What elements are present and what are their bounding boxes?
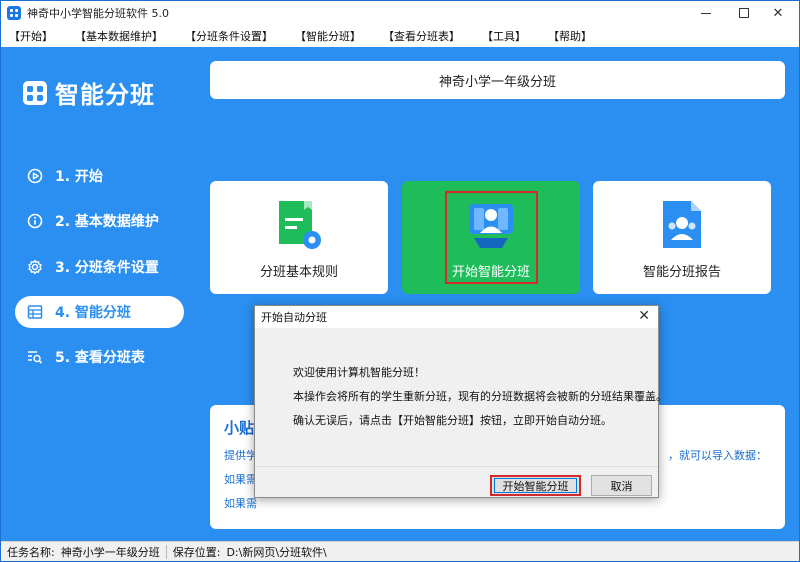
start-divide-button[interactable]: 开始智能分班: [490, 475, 581, 496]
app-icon: [7, 6, 21, 20]
status-bar: 任务名称: 神奇小学一年级分班 保存位置: D:\新网页\分班软件\: [1, 541, 799, 561]
sidebar-item-label: 1. 开始: [55, 169, 103, 185]
start-divide-card[interactable]: 开始智能分班: [402, 181, 580, 294]
logo: 智能分班: [23, 75, 155, 110]
rules-card[interactable]: 分班基本规则: [210, 181, 388, 294]
maximize-icon: [739, 8, 749, 18]
report-card[interactable]: 智能分班报告: [593, 181, 771, 294]
dialog-close-icon[interactable]: ✕: [638, 308, 650, 324]
save-location-label: 保存位置:: [172, 545, 221, 559]
menu-view-table[interactable]: 【查看分班表】: [383, 28, 460, 44]
dialog-title-bar: 开始自动分班 ✕: [255, 306, 658, 328]
dialog-footer: 开始智能分班 取消: [255, 466, 658, 497]
app-window: 神奇中小学智能分班软件 5.0 ✕ 【开始】 【基本数据维护】 【分班条件设置】…: [0, 0, 800, 562]
sidebar-item-label: 3. 分班条件设置: [55, 260, 159, 276]
table-icon: [27, 304, 43, 320]
rules-document-icon: [274, 198, 324, 252]
minimize-icon: [701, 12, 711, 14]
tip-line-right: ，就可以导入数据：: [668, 449, 767, 462]
sidebar-item-start[interactable]: 1. 开始: [15, 160, 184, 192]
window-title: 神奇中小学智能分班软件 5.0: [27, 7, 169, 20]
start-card-label: 开始智能分班: [451, 265, 530, 280]
save-location-value: D:\新网页\分班软件\: [226, 545, 327, 559]
dialog-welcome-text: 欢迎使用计算机智能分班！: [293, 366, 425, 379]
sidebar-item-label: 4. 智能分班: [55, 305, 131, 321]
start-auto-divide-dialog: 开始自动分班 ✕ 欢迎使用计算机智能分班！ 本操作会将所有的学生重新分班，现有的…: [254, 305, 667, 498]
sidebar-item-basic-data[interactable]: 2. 基本数据维护: [15, 205, 184, 237]
sidebar-item-view-table[interactable]: 5. 查看分班表: [15, 341, 184, 373]
title-bar: 神奇中小学智能分班软件 5.0 ✕: [1, 1, 799, 25]
cancel-button[interactable]: 取消: [591, 475, 652, 496]
search-list-icon: [27, 349, 43, 365]
close-button[interactable]: ✕: [755, 1, 800, 25]
gear-icon: [27, 259, 43, 275]
start-divide-button-label: 开始智能分班: [494, 478, 577, 493]
dialog-confirm-text: 确认无误后，请点击【开始智能分班】按钮，立即开始自动分班。: [293, 414, 612, 427]
task-name-value: 神奇小学一年级分班: [60, 545, 160, 559]
logo-icon: [23, 80, 47, 105]
dialog-title: 开始自动分班: [261, 311, 327, 324]
logo-text: 智能分班: [55, 81, 155, 109]
dialog-warning-text: 本操作会将所有的学生重新分班，现有的分班数据将会被新的分班结果覆盖。: [293, 390, 667, 403]
menu-help[interactable]: 【帮助】: [548, 28, 592, 44]
menu-basic-data[interactable]: 【基本数据维护】: [75, 28, 163, 44]
menu-conditions[interactable]: 【分班条件设置】: [185, 28, 273, 44]
sidebar-item-smart-divide[interactable]: 4. 智能分班: [15, 296, 184, 328]
sidebar: 智能分班 1. 开始 2. 基本数据维护 3. 分班条件设置 4. 智能分班 5…: [1, 47, 197, 541]
tips-title: 小贴: [224, 419, 255, 437]
info-circle-icon: [27, 213, 43, 229]
menu-start[interactable]: 【开始】: [9, 28, 53, 44]
close-icon: ✕: [772, 5, 784, 21]
sidebar-item-label: 5. 查看分班表: [55, 350, 145, 366]
sidebar-item-conditions[interactable]: 3. 分班条件设置: [15, 251, 184, 283]
menu-tools[interactable]: 【工具】: [482, 28, 526, 44]
dialog-body: 欢迎使用计算机智能分班！ 本操作会将所有的学生重新分班，现有的分班数据将会被新的…: [255, 328, 667, 466]
menu-bar: 【开始】 【基本数据维护】 【分班条件设置】 【智能分班】 【查看分班表】 【工…: [1, 25, 799, 47]
rules-card-label: 分班基本规则: [259, 265, 338, 280]
tip-line: 如果需: [224, 473, 257, 486]
report-document-icon: [657, 198, 707, 252]
tip-line: 提供学: [224, 449, 257, 462]
tip-line: 如果需: [224, 497, 257, 510]
page-title: 神奇小学一年级分班: [210, 61, 785, 99]
report-card-label: 智能分班报告: [642, 265, 721, 280]
play-circle-icon: [27, 168, 43, 184]
sidebar-item-label: 2. 基本数据维护: [55, 214, 159, 230]
task-name-label: 任务名称:: [7, 545, 55, 559]
status-divider: [165, 544, 167, 559]
menu-smart-divide[interactable]: 【智能分班】: [295, 28, 361, 44]
